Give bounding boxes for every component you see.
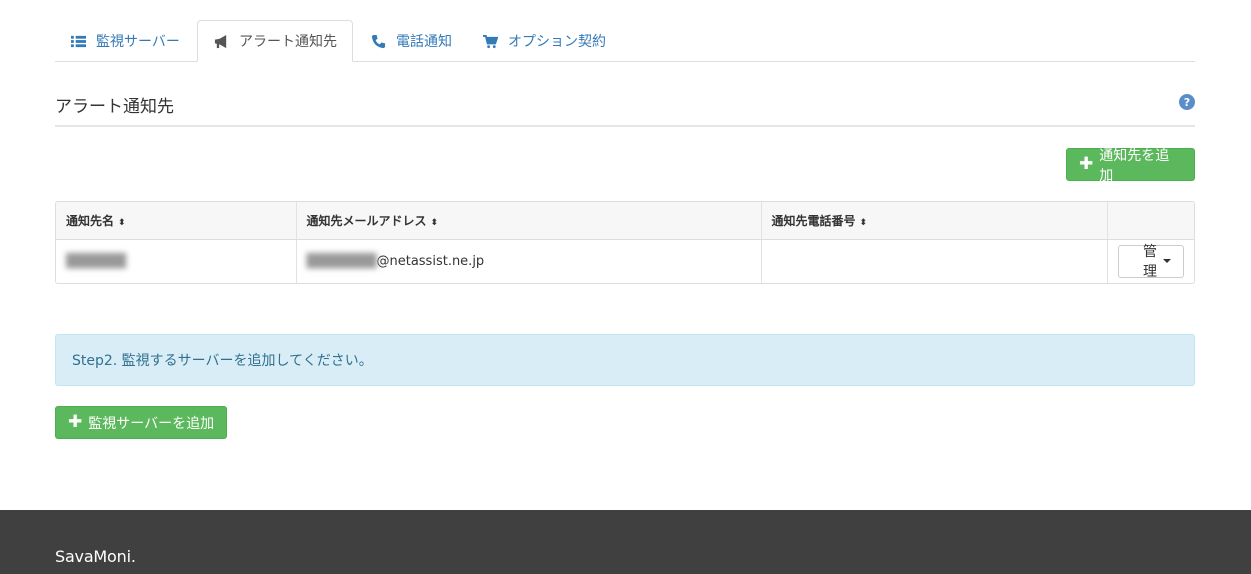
sort-icon: ⬍ (859, 217, 868, 228)
help-icon[interactable]: ? (1179, 94, 1195, 110)
bullhorn-icon (213, 33, 229, 49)
table-row: ██████ ███████@netassist.ne.jp 管理 (56, 239, 1194, 283)
redacted-email-local: ███████ (306, 253, 377, 269)
add-server-label: 監視サーバーを追加 (88, 415, 215, 432)
table-header-row: 通知先名 ⬍ 通知先メールアドレス ⬍ 通知先電話番号 ⬍ (56, 202, 1194, 240)
manage-dropdown-button[interactable]: 管理 (1117, 244, 1184, 280)
cell-contact-phone (761, 239, 1108, 283)
cell-contact-email: ███████@netassist.ne.jp (296, 239, 762, 283)
sort-icon: ⬍ (430, 217, 439, 228)
email-domain: @netassist.ne.jp (376, 253, 485, 269)
phone-icon (370, 33, 386, 49)
col-header-phone[interactable]: 通知先電話番号 ⬍ (761, 202, 1108, 240)
contacts-table: 通知先名 ⬍ 通知先メールアドレス ⬍ 通知先電話番号 ⬍ ██████ ███… (55, 201, 1195, 284)
tab-monitor-servers[interactable]: 監視サーバー (55, 20, 195, 62)
add-contact-button[interactable]: ✚ 通知先を追加 (1066, 148, 1195, 184)
tab-alert-contacts[interactable]: アラート通知先 (197, 20, 353, 62)
footer-logo[interactable]: SavaMoni. (55, 547, 136, 566)
title-divider (55, 125, 1195, 127)
step-info-alert: Step2. 監視するサーバーを追加してください。 (55, 334, 1195, 386)
col-header-actions (1107, 202, 1194, 240)
tab-phone-notification[interactable]: 電話通知 (355, 20, 467, 62)
plus-icon: ✚ (68, 412, 83, 432)
tab-label: 電話通知 (396, 34, 452, 50)
page-title: アラート通知先 (55, 97, 174, 117)
tab-label: オプション契約 (508, 34, 606, 50)
add-contact-label: 通知先を追加 (1099, 147, 1170, 184)
manage-label: 管理 (1143, 244, 1157, 281)
tab-option-contract[interactable]: オプション契約 (467, 20, 621, 62)
sort-icon: ⬍ (118, 217, 126, 228)
tab-bar: 監視サーバー アラート通知先 電話通知 オプション契約 (55, 20, 1195, 62)
add-server-button[interactable]: ✚ 監視サーバーを追加 (55, 406, 228, 439)
list-icon (70, 33, 86, 49)
col-header-name[interactable]: 通知先名 ⬍ (56, 202, 297, 240)
col-header-email[interactable]: 通知先メールアドレス ⬍ (296, 202, 762, 240)
tab-label: 監視サーバー (96, 34, 180, 50)
alert-text: Step2. 監視するサーバーを追加してください。 (72, 353, 373, 369)
caret-down-icon (1163, 259, 1171, 264)
footer: SavaMoni. (0, 510, 1251, 574)
cell-contact-name: ██████ (56, 239, 297, 283)
cell-actions: 管理 (1107, 239, 1194, 283)
cart-icon (482, 33, 498, 49)
tab-label: アラート通知先 (239, 34, 337, 50)
plus-icon: ✚ (1079, 154, 1094, 174)
redacted-name: ██████ (66, 253, 126, 269)
